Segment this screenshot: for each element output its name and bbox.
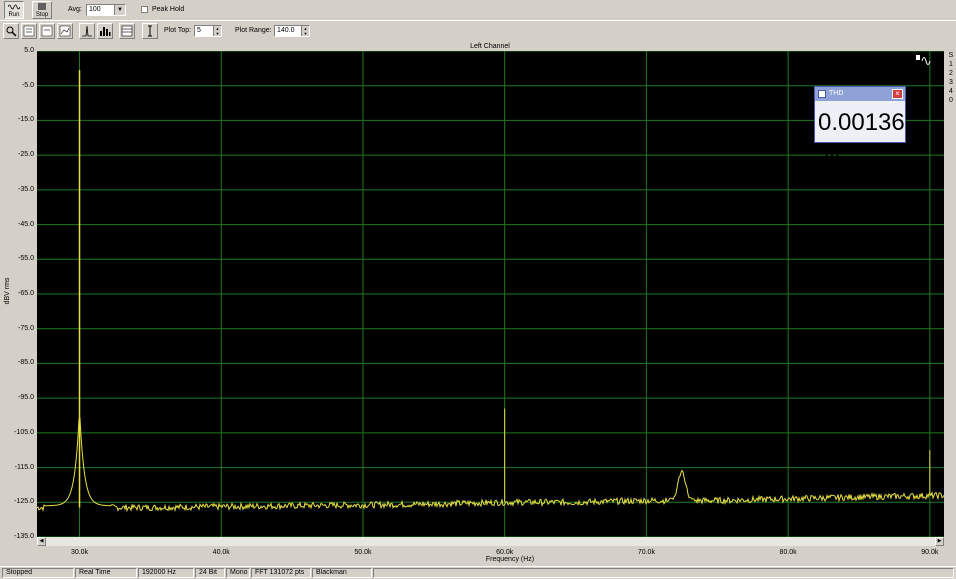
side-item[interactable]: 0 <box>946 96 956 105</box>
cursor-button[interactable] <box>142 23 158 39</box>
y-tick-label: -65.0 <box>18 290 34 297</box>
plot-toolbar: Plot Top: 5 ▲ ▼ Plot Range: 140.0 ▲ ▼ <box>0 21 956 41</box>
side-item[interactable]: 3 <box>946 78 956 87</box>
y-tick-label: -45.0 <box>18 220 34 228</box>
peak-hold-label: Peak Hold <box>152 6 185 13</box>
x-tick-label: 70.0k <box>637 549 655 556</box>
main-toolbar: Run Stop Avg: 100 ▼ Peak Hold <box>0 0 956 21</box>
scroll-right-icon[interactable]: ▶ <box>935 537 944 546</box>
sine-wave-icon <box>8 4 20 10</box>
thd-title: THD <box>829 90 844 97</box>
plot-top-value: 5 <box>197 27 201 34</box>
bar-graph-icon <box>100 27 111 36</box>
stop-button[interactable]: Stop <box>32 1 52 19</box>
y-tick-label: -95.0 <box>18 394 34 402</box>
run-button[interactable]: Run <box>4 1 24 19</box>
peak-hold-checkbox[interactable] <box>141 6 148 13</box>
status-channels: Mono <box>226 568 250 578</box>
x-tick-label: 40.0k <box>212 549 230 556</box>
y-tick-label: -35.0 <box>18 185 34 193</box>
right-side-panel: S 1 2 3 4 0 <box>946 51 956 537</box>
thd-value: 0.00136 % <box>818 109 905 166</box>
side-item[interactable]: 4 <box>946 87 956 96</box>
magnifier-icon <box>6 26 17 37</box>
avg-select[interactable]: 100 ▼ <box>86 4 126 16</box>
close-icon[interactable]: × <box>892 89 903 99</box>
x-tick-label: 30.0k <box>70 549 89 556</box>
clear-data-button[interactable] <box>57 23 73 39</box>
status-fft: FFT 131072 pts <box>251 568 311 578</box>
y-tick-label: -25.0 <box>18 151 34 159</box>
thd-window[interactable]: THD × 0.00136 % <box>814 86 906 166</box>
x-tick-label: 50.0k <box>354 549 372 556</box>
thd-titlebar[interactable]: THD × <box>815 87 905 101</box>
y-tick-label: -135.0 <box>14 533 34 540</box>
cursor-icon <box>148 25 152 37</box>
side-item[interactable]: 1 <box>946 60 956 69</box>
clear-text-icon <box>41 25 53 37</box>
status-bits: 24 Bit <box>195 568 225 578</box>
status-bar: Stopped Real Time 192000 Hz 24 Bit Mono … <box>0 566 956 579</box>
stop-icon <box>38 3 46 10</box>
run-label: Run <box>8 12 20 18</box>
y-tick-label: 5.0 <box>24 47 34 54</box>
y-tick-label: -105.0 <box>14 428 34 436</box>
horizontal-scrollbar[interactable]: ◀ ▶ <box>37 537 944 546</box>
plot-range-value: 140.0 <box>277 27 295 34</box>
zoom-button[interactable] <box>3 23 19 39</box>
status-rate: 192000 Hz <box>138 568 194 578</box>
clear-data-icon <box>59 25 71 37</box>
spectrum-plot[interactable] <box>37 51 944 537</box>
y-tick-label: -85.0 <box>18 359 34 367</box>
chevron-down-icon[interactable]: ▼ <box>114 5 125 15</box>
status-state: Stopped <box>2 568 74 578</box>
stop-label: Stop <box>35 12 49 18</box>
y-tick-label: -15.0 <box>18 116 34 124</box>
bar-graph-button[interactable] <box>97 23 113 39</box>
window-menu-icon[interactable] <box>818 90 826 98</box>
plot-range-label: Plot Range: <box>235 27 272 34</box>
copy-text-icon <box>23 25 35 37</box>
status-window: Blackman <box>312 568 372 578</box>
spinner-arrows-icon[interactable]: ▲ ▼ <box>301 26 309 36</box>
y-tick-label: -5.0 <box>21 81 34 89</box>
y-tick-label: -115.0 <box>14 463 34 471</box>
plot-corner-icon[interactable] <box>916 55 931 65</box>
grid-lines <box>37 51 944 537</box>
table-button[interactable] <box>119 23 135 39</box>
y-tick-label: -55.0 <box>18 255 34 263</box>
avg-label: Avg: <box>68 6 82 13</box>
side-item[interactable]: 2 <box>946 69 956 78</box>
clear-text-button[interactable] <box>39 23 55 39</box>
plot-range-input[interactable]: 140.0 ▲ ▼ <box>274 25 310 37</box>
plot-top-label: Plot Top: <box>164 27 192 34</box>
avg-value: 100 <box>89 6 101 13</box>
status-empty <box>373 568 954 578</box>
plot-top-input[interactable]: 5 ▲ ▼ <box>194 25 222 37</box>
spinner-arrows-icon[interactable]: ▲ ▼ <box>213 26 221 36</box>
x-tick-label: 80.0k <box>779 549 797 556</box>
status-mode: Real Time <box>75 568 137 578</box>
copy-text-button[interactable] <box>21 23 37 39</box>
side-item[interactable]: S <box>946 51 956 60</box>
x-tick-label: 90.0k <box>921 549 939 556</box>
chart-title: Left Channel <box>470 43 510 50</box>
spectrum-icon <box>82 25 92 37</box>
scroll-left-icon[interactable]: ◀ <box>37 537 46 546</box>
x-axis-label: Frequency (Hz) <box>485 556 535 563</box>
y-tick-label: -125.0 <box>14 498 34 506</box>
table-icon <box>121 25 133 37</box>
spectrum-trace <box>37 417 944 513</box>
y-tick-label: -75.0 <box>18 324 34 332</box>
spectrum-button[interactable] <box>79 23 95 39</box>
